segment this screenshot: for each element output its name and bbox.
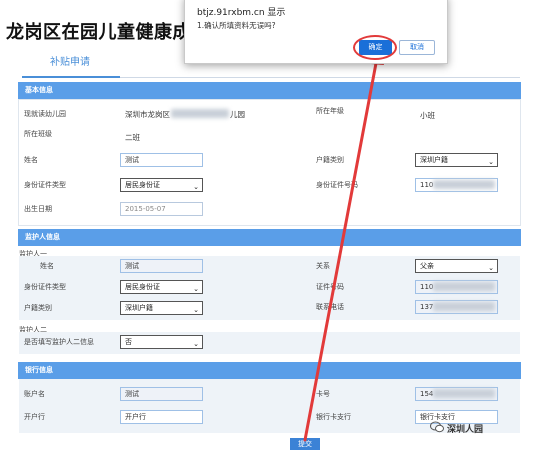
annotation-circle	[353, 35, 397, 60]
confirm-dialog: btjz.91rxbm.cn 显示 1.确认所填资料无误吗? 确定 取消	[184, 0, 448, 64]
dialog-title: btjz.91rxbm.cn 显示	[197, 8, 286, 18]
dialog-message: 1.确认所填资料无误吗?	[197, 21, 276, 30]
cancel-button[interactable]: 取消	[399, 40, 435, 55]
annotation-arrow	[303, 48, 384, 442]
